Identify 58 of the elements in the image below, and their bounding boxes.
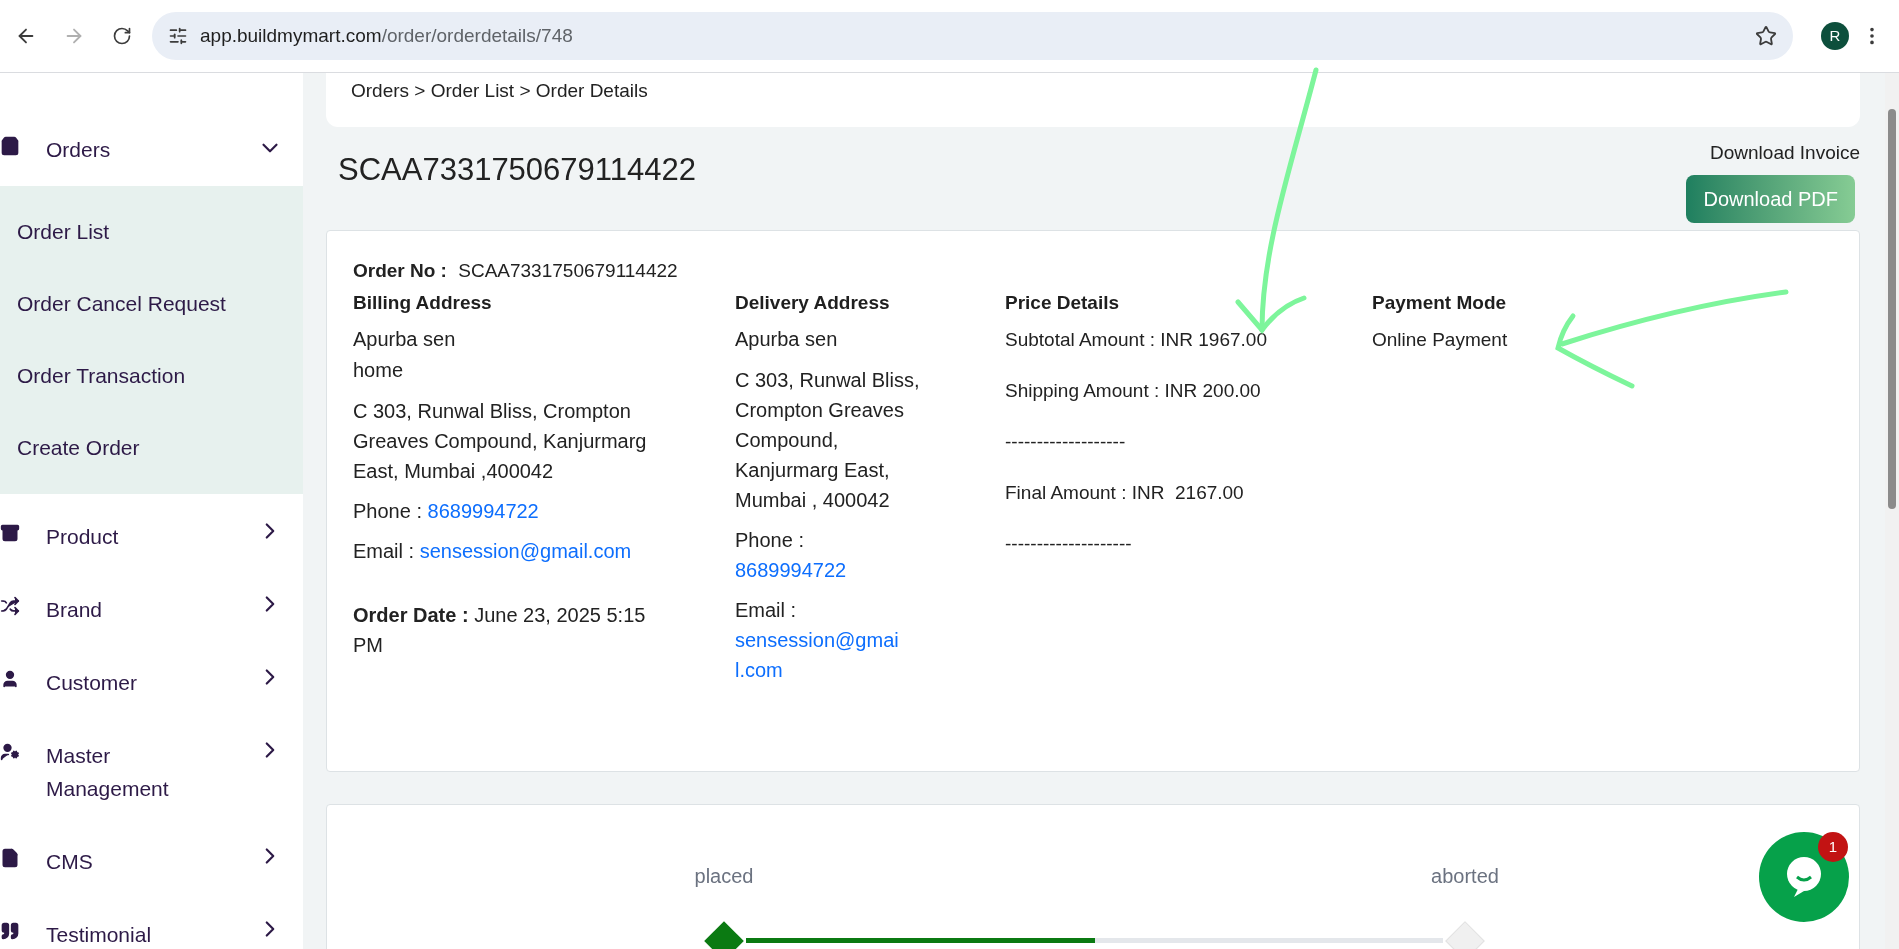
price-line: Shipping Amount : INR 200.00 — [1005, 378, 1262, 403]
submenu-item[interactable]: Order List — [0, 196, 303, 268]
address-tag: home — [353, 354, 653, 386]
email-link[interactable]: sensession@gmail.com — [419, 539, 632, 562]
profile-avatar[interactable]: R — [1821, 22, 1849, 50]
section-title: Price Details — [1005, 291, 1121, 315]
site-settings-icon[interactable] — [168, 26, 188, 46]
submenu-item[interactable]: Order Transaction — [0, 340, 303, 412]
phone-label: Phone : — [735, 528, 804, 551]
sidebar-item[interactable]: Testimonial — [0, 898, 303, 949]
sidebar-item[interactable]: Orders — [0, 113, 303, 186]
person-icon — [0, 669, 20, 689]
address-text: C 303, Runwal Bliss, Crompton Greaves Compound, Kanjurmarg East, Mumbai , 400042 — [735, 367, 921, 513]
shuffle-icon — [0, 596, 20, 616]
reload-icon — [112, 26, 132, 46]
document-icon — [0, 848, 20, 868]
url-text: app.buildmymart.com/order/orderdetails/748 — [200, 23, 573, 48]
address-bar[interactable]: app.buildmymart.com/order/orderdetails/748 — [152, 12, 1793, 60]
submenu-item[interactable]: Order Cancel Request — [0, 268, 303, 340]
phone-link[interactable]: 8689994722 — [427, 499, 539, 522]
archive-box-icon — [0, 523, 20, 543]
payment-mode-value: Online Payment — [1372, 327, 1508, 352]
bookmark-star-icon[interactable] — [1755, 25, 1777, 47]
quote-icon — [0, 921, 20, 941]
email-label: Email : — [735, 598, 797, 621]
phone-link[interactable]: 8689994722 — [735, 554, 935, 585]
download-invoice-label: Download Invoice — [1710, 141, 1860, 165]
section-title: Payment Mode — [1372, 291, 1508, 315]
order-id-heading: SCAA7331750679114422 — [338, 151, 696, 189]
price-line: Subtotal Amount : INR 1967.00 — [1005, 327, 1268, 352]
step-label: placed — [693, 863, 755, 889]
email-label: Email : — [353, 539, 415, 562]
submenu-item[interactable]: Create Order — [0, 412, 303, 484]
price-line: ------------------- — [1005, 429, 1127, 454]
phone-label: Phone : — [353, 499, 422, 522]
breadcrumb-text: Orders > Order List > Order Details — [351, 79, 648, 103]
price-line: -------------------- — [1005, 531, 1133, 556]
scrollbar-thumb[interactable] — [1888, 109, 1896, 509]
sidebar-item[interactable]: Master Management — [0, 719, 303, 825]
sidebar-item[interactable]: Customer — [0, 646, 303, 719]
address-text: C 303, Runwal Bliss, Crompton Greaves Compound, Kanjurmarg East, Mumbai ,400042 — [353, 398, 648, 484]
order-date-text: Order Date : June 23, 2025 5:15 PM — [353, 602, 647, 658]
order-no-value: SCAA7331750679114422 — [458, 259, 678, 281]
order-no-label: Order No : — [353, 259, 447, 281]
person-gear-icon — [0, 742, 20, 762]
bag-icon — [0, 136, 20, 156]
section-title: Delivery Address — [735, 291, 891, 315]
scrollbar[interactable] — [1885, 73, 1899, 949]
price-line: Final Amount : INR 2167.00 — [1005, 480, 1245, 505]
sidebar-item[interactable]: CMS — [0, 825, 303, 898]
chat-bubble-icon — [1786, 857, 1822, 897]
section-title: Billing Address — [353, 291, 493, 315]
address-name: Apurba sen — [353, 326, 457, 352]
step-label: aborted — [1430, 863, 1500, 889]
sidebar-item[interactable]: Brand — [0, 573, 303, 646]
address-name: Apurba sen — [735, 326, 839, 352]
sidebar-item[interactable]: Product — [0, 500, 303, 573]
email-link[interactable]: sensession@gmail.com — [735, 624, 905, 685]
